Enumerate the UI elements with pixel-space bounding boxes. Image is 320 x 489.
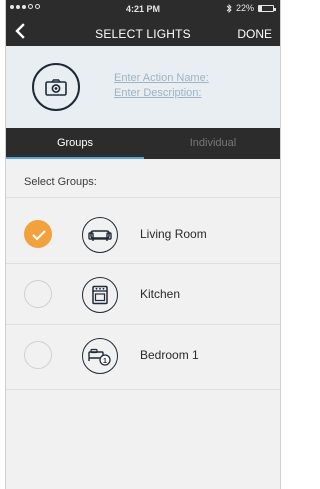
action-header: Enter Action Name: Enter Description: — [6, 46, 280, 128]
divider — [6, 197, 280, 198]
section-label: Select Groups: — [24, 176, 97, 188]
room-label: Kitchen — [140, 287, 181, 301]
battery-percent: 22% — [235, 3, 254, 13]
add-photo-button[interactable] — [32, 63, 80, 111]
tab-bar: Groups Individual — [6, 128, 280, 159]
list-item-bedroom-1[interactable]: 1 Bedroom 1 — [6, 324, 280, 384]
navigation-bar: SELECT LIGHTS DONE — [6, 18, 280, 46]
tab-groups[interactable]: Groups — [6, 128, 144, 159]
checkbox-bedroom-1[interactable] — [24, 341, 52, 369]
status-right: 22% — [226, 3, 276, 13]
checkmark-icon — [32, 230, 46, 241]
battery-icon — [258, 4, 276, 12]
bluetooth-icon — [226, 3, 232, 13]
list-item-kitchen[interactable]: Kitchen — [6, 263, 280, 323]
action-description-field[interactable]: Enter Description: — [114, 87, 274, 99]
checkbox-living-room[interactable] — [24, 220, 52, 248]
checkbox-kitchen[interactable] — [24, 280, 52, 308]
room-label: Bedroom 1 — [140, 348, 199, 362]
svg-text:1: 1 — [103, 358, 107, 365]
action-fields: Enter Action Name: Enter Description: — [114, 72, 274, 102]
room-label: Living Room — [140, 227, 207, 241]
oven-icon — [82, 277, 118, 313]
sofa-icon — [82, 217, 118, 253]
divider — [6, 389, 280, 390]
done-button[interactable]: DONE — [237, 27, 272, 41]
phone-screen: 4:21 PM 22% SELECT LIGHTS DONE Enter Act… — [5, 0, 281, 489]
camera-icon — [45, 78, 67, 96]
status-bar: 4:21 PM 22% — [6, 0, 280, 18]
tab-individual[interactable]: Individual — [144, 128, 280, 159]
top-bar: 4:21 PM 22% SELECT LIGHTS DONE — [6, 0, 280, 46]
action-name-field[interactable]: Enter Action Name: — [114, 72, 274, 84]
bed-icon: 1 — [82, 338, 118, 374]
list-item-living-room[interactable]: Living Room — [6, 203, 280, 263]
